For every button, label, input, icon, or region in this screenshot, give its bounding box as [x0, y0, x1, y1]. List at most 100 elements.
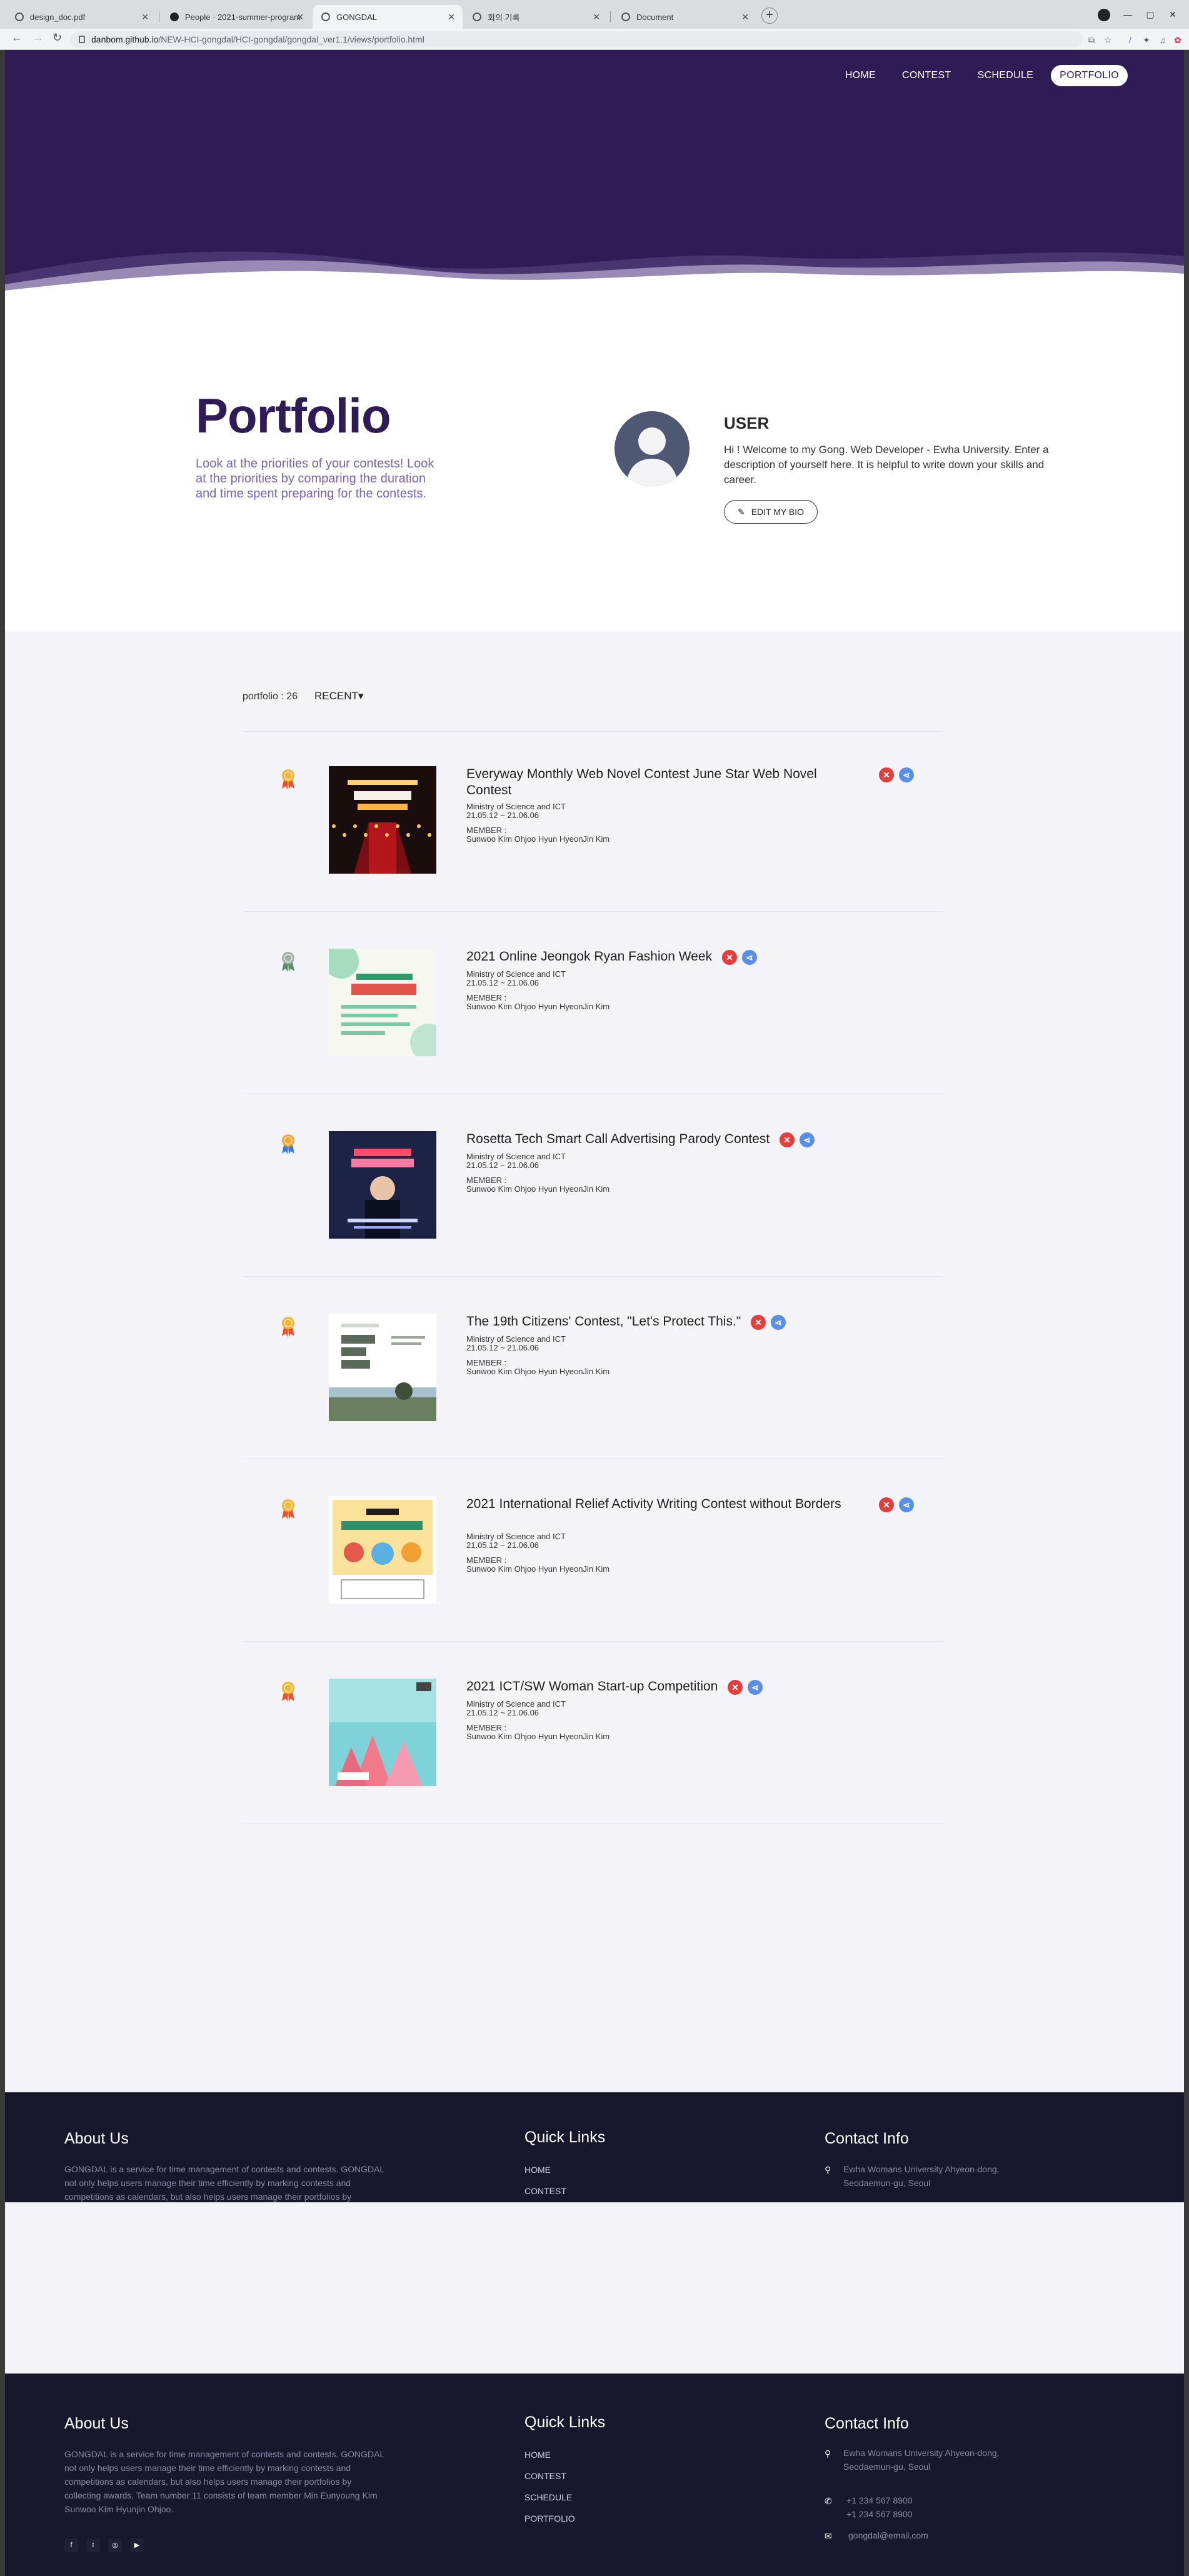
- share-button[interactable]: ⋖: [899, 767, 914, 782]
- map-pin-icon: ⚲: [825, 2165, 831, 2175]
- portfolio-item[interactable]: Everyway Monthly Web Novel Contest June …: [275, 766, 938, 885]
- tab-label: 회의 기록: [488, 12, 520, 22]
- delete-button[interactable]: ✕: [751, 1315, 766, 1330]
- share-button[interactable]: ⋖: [771, 1315, 786, 1330]
- portfolio-item[interactable]: 2021 International Relief Activity Writi…: [275, 1496, 938, 1615]
- nav-home[interactable]: HOME: [836, 65, 885, 86]
- share-button[interactable]: ⋖: [800, 1132, 815, 1147]
- item-member-label: MEMBER :: [466, 1723, 507, 1732]
- contest-poster[interactable]: [329, 1679, 436, 1786]
- nav-schedule[interactable]: SCHEDULE: [969, 65, 1043, 86]
- document-icon: [473, 12, 481, 21]
- browser-tab[interactable]: design_doc.pdf ✕: [6, 5, 156, 29]
- globe-icon: [15, 12, 24, 21]
- delete-button[interactable]: ✕: [722, 950, 737, 965]
- medal-icon: [282, 1499, 294, 1519]
- footer-link-contest[interactable]: CONTEST: [524, 2186, 566, 2196]
- item-member-label: MEMBER :: [466, 1176, 507, 1185]
- contest-poster[interactable]: [329, 949, 436, 1056]
- portfolio-item[interactable]: The 19th Citizens' Contest, "Let's Prote…: [275, 1314, 938, 1432]
- footer-contact-title: Contact Info: [825, 2130, 909, 2147]
- close-icon[interactable]: ✕: [448, 12, 455, 22]
- item-organization: Ministry of Science and ICT: [466, 1334, 566, 1344]
- extension-icon[interactable]: ✿: [1173, 35, 1183, 45]
- delete-button[interactable]: ✕: [780, 1132, 795, 1147]
- new-tab-button[interactable]: +: [761, 7, 778, 24]
- nav-portfolio[interactable]: PORTFOLIO: [1051, 65, 1128, 86]
- footer-email[interactable]: gongdal@email.com: [848, 2529, 928, 2542]
- translate-icon[interactable]: ⧉: [1086, 35, 1096, 45]
- map-pin-icon: ⚲: [825, 2449, 831, 2459]
- footer-link-home[interactable]: HOME: [524, 2165, 551, 2175]
- phone-icon: ✆: [825, 2496, 832, 2506]
- share-button[interactable]: ⋖: [899, 1497, 914, 1512]
- item-organization: Ministry of Science and ICT: [466, 802, 566, 811]
- edit-bio-button[interactable]: ✎ EDIT MY BIO: [724, 500, 818, 524]
- profile-icon[interactable]: [1098, 9, 1110, 21]
- close-icon[interactable]: ✕: [593, 12, 600, 22]
- item-dates: 21.05.12 ~ 21.06.06: [466, 1540, 539, 1550]
- medal-icon: [282, 1134, 294, 1154]
- browser-tab[interactable]: People · 2021-summer-program ✕: [161, 5, 311, 29]
- footer-about-title: About Us: [64, 2130, 129, 2147]
- share-icon: ⋖: [746, 952, 753, 962]
- window-frame-left: [0, 0, 5, 2576]
- instagram-icon[interactable]: ◎: [108, 2539, 122, 2552]
- share-button[interactable]: ⋖: [742, 950, 757, 965]
- item-title[interactable]: Everyway Monthly Web Novel Contest June …: [466, 766, 854, 799]
- item-dates: 21.05.12 ~ 21.06.06: [466, 1343, 539, 1352]
- facebook-icon[interactable]: f: [64, 2539, 78, 2552]
- maximize-button[interactable]: ▢: [1141, 6, 1159, 22]
- medal-icon: [282, 769, 294, 789]
- footer-link-home[interactable]: HOME: [524, 2450, 551, 2460]
- contest-poster[interactable]: [329, 1314, 436, 1421]
- browser-tab[interactable]: 회의 기록 ✕: [464, 5, 608, 29]
- item-title[interactable]: The 19th Citizens' Contest, "Let's Prote…: [466, 1314, 741, 1330]
- item-title[interactable]: 2021 International Relief Activity Writi…: [466, 1496, 841, 1512]
- item-title[interactable]: 2021 Online Jeongok Ryan Fashion Week: [466, 949, 712, 965]
- extensions-icon[interactable]: ✦: [1141, 35, 1151, 45]
- item-organization: Ministry of Science and ICT: [466, 1152, 566, 1161]
- portfolio-item[interactable]: Rosetta Tech Smart Call Advertising Paro…: [275, 1131, 938, 1250]
- reload-icon[interactable]: ↻: [53, 31, 62, 44]
- user-bio: Hi ! Welcome to my Gong. Web Developer -…: [724, 444, 1049, 486]
- share-button[interactable]: ⋖: [748, 1680, 763, 1695]
- forward-icon[interactable]: →: [33, 31, 44, 44]
- portfolio-item[interactable]: 2021 ICT/SW Woman Start-up Competition Mi…: [275, 1679, 938, 1797]
- item-title[interactable]: Rosetta Tech Smart Call Advertising Paro…: [466, 1131, 770, 1147]
- youtube-icon[interactable]: ▶: [130, 2539, 144, 2552]
- close-icon[interactable]: ✕: [296, 12, 304, 22]
- pen-extension-icon[interactable]: /: [1125, 35, 1135, 45]
- close-icon: ✕: [731, 1682, 739, 1692]
- browser-tab[interactable]: Document ✕: [613, 5, 756, 29]
- delete-button[interactable]: ✕: [728, 1680, 743, 1695]
- contest-poster[interactable]: [329, 1131, 436, 1239]
- footer-phone-1: +1 234 567 8900: [846, 2495, 913, 2505]
- twitter-icon[interactable]: t: [86, 2539, 100, 2552]
- footer-link-contest[interactable]: CONTEST: [524, 2471, 566, 2481]
- close-window-button[interactable]: ✕: [1164, 6, 1181, 22]
- delete-button[interactable]: ✕: [879, 767, 894, 782]
- close-icon[interactable]: ✕: [741, 12, 749, 22]
- url-host: danbom.github.io: [91, 34, 159, 44]
- contest-poster[interactable]: [329, 766, 436, 874]
- footer-about-title: About Us: [64, 2415, 129, 2432]
- edit-bio-label: EDIT MY BIO: [751, 507, 804, 517]
- close-icon[interactable]: ✕: [141, 12, 149, 22]
- nav-contest[interactable]: CONTEST: [893, 65, 960, 86]
- delete-button[interactable]: ✕: [879, 1497, 894, 1512]
- contest-poster[interactable]: [329, 1496, 436, 1604]
- minimize-button[interactable]: —: [1119, 6, 1136, 22]
- footer-link-portfolio[interactable]: PORTFOLIO: [524, 2514, 575, 2524]
- sort-dropdown[interactable]: RECENT▾: [314, 690, 363, 702]
- browser-tab-active[interactable]: GONGDAL ✕: [313, 5, 463, 29]
- hero-wave: [5, 251, 1184, 294]
- media-icon[interactable]: ♫: [1158, 35, 1168, 45]
- url-input[interactable]: danbom.github.io/NEW-HCI-gongdal/HCI-gon…: [70, 31, 1083, 47]
- back-icon[interactable]: ←: [11, 31, 23, 44]
- portfolio-item[interactable]: 2021 Online Jeongok Ryan Fashion Week Min…: [275, 949, 938, 1067]
- item-title[interactable]: 2021 ICT/SW Woman Start-up Competition: [466, 1679, 718, 1695]
- mail-icon: ✉: [825, 2531, 832, 2541]
- footer-link-schedule[interactable]: SCHEDULE: [524, 2492, 572, 2502]
- bookmark-star-icon[interactable]: ☆: [1103, 35, 1113, 45]
